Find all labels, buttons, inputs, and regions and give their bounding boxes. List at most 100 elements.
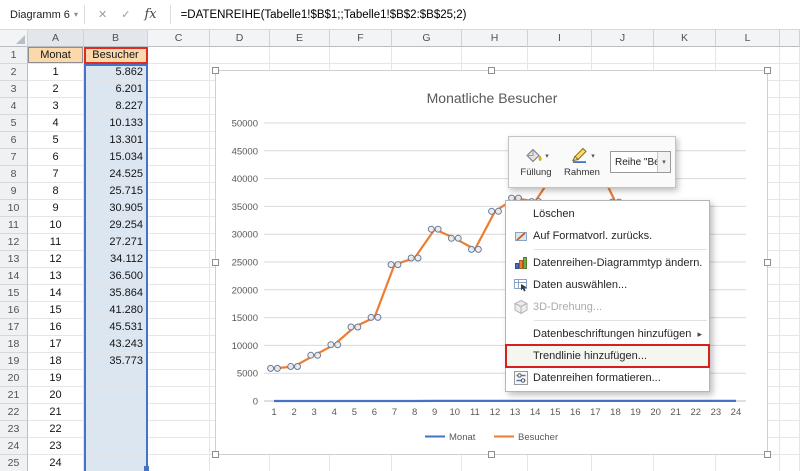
formula-input[interactable]: =DATENREIHE(Tabelle1!$B$1;;Tabelle1!$B$2… <box>171 0 800 29</box>
data-point-selection-handle[interactable] <box>474 245 482 253</box>
cell-A23[interactable]: 22 <box>28 421 84 438</box>
data-point-selection-handle[interactable] <box>488 207 496 215</box>
menu-item-add-data-labels[interactable]: Datenbeschriftungen hinzufügen ▸ <box>506 323 709 345</box>
cell[interactable] <box>780 387 800 404</box>
cell-A4[interactable]: 3 <box>28 98 84 115</box>
cell-B19[interactable]: 35.773 <box>84 353 148 370</box>
cell[interactable] <box>148 149 210 166</box>
cell[interactable] <box>780 421 800 438</box>
cell[interactable] <box>780 234 800 251</box>
column-header-A[interactable]: A <box>28 30 84 47</box>
menu-item-change-series-chart-type[interactable]: Datenreihen-Diagrammtyp ändern... <box>506 252 709 274</box>
row-header-8[interactable]: 8 <box>0 166 28 183</box>
data-point-selection-handle[interactable] <box>267 364 275 372</box>
cell[interactable] <box>780 319 800 336</box>
cell-B2[interactable]: 5.862 <box>84 64 148 81</box>
cell[interactable] <box>780 370 800 387</box>
cell[interactable] <box>148 200 210 217</box>
cell[interactable] <box>148 319 210 336</box>
row-header-16[interactable]: 16 <box>0 302 28 319</box>
cell[interactable] <box>780 217 800 234</box>
data-point-selection-handle[interactable] <box>327 341 335 349</box>
data-point-selection-handle[interactable] <box>407 254 415 262</box>
cell[interactable] <box>148 166 210 183</box>
cell-A10[interactable]: 9 <box>28 200 84 217</box>
cell[interactable] <box>780 404 800 421</box>
cell-A20[interactable]: 19 <box>28 370 84 387</box>
cell-B17[interactable]: 45.531 <box>84 319 148 336</box>
enter-icon[interactable]: ✓ <box>121 8 130 21</box>
cell-A15[interactable]: 14 <box>28 285 84 302</box>
data-point-selection-handle[interactable] <box>387 261 395 269</box>
cell[interactable] <box>654 47 716 64</box>
cell[interactable] <box>148 47 210 64</box>
row-header-22[interactable]: 22 <box>0 404 28 421</box>
cell[interactable] <box>148 421 210 438</box>
chart-title[interactable]: Monatliche Besucher <box>427 90 558 106</box>
menu-item-delete[interactable]: Löschen <box>506 203 709 225</box>
cell-A7[interactable]: 6 <box>28 149 84 166</box>
cell[interactable] <box>148 98 210 115</box>
cell[interactable] <box>148 336 210 353</box>
cell-B15[interactable]: 35.864 <box>84 285 148 302</box>
row-header-19[interactable]: 19 <box>0 353 28 370</box>
column-header-C[interactable]: C <box>148 30 210 47</box>
cell[interactable] <box>148 251 210 268</box>
chart-resize-handle[interactable] <box>212 67 219 74</box>
cell-A12[interactable]: 11 <box>28 234 84 251</box>
cell[interactable] <box>270 455 330 471</box>
cell-A14[interactable]: 13 <box>28 268 84 285</box>
column-header-D[interactable]: D <box>210 30 270 47</box>
row-header-9[interactable]: 9 <box>0 183 28 200</box>
chart-resize-handle[interactable] <box>764 451 771 458</box>
row-header-6[interactable]: 6 <box>0 132 28 149</box>
cell[interactable] <box>780 455 800 471</box>
cell[interactable] <box>148 115 210 132</box>
cell[interactable] <box>780 115 800 132</box>
row-header-10[interactable]: 10 <box>0 200 28 217</box>
cell[interactable] <box>148 370 210 387</box>
data-point-selection-handle[interactable] <box>468 245 475 253</box>
data-point-selection-handle[interactable] <box>394 261 402 269</box>
cell[interactable] <box>780 438 800 455</box>
column-header-L[interactable]: L <box>716 30 780 47</box>
data-point-selection-handle[interactable] <box>287 363 295 370</box>
chart-element-dropdown[interactable]: Reihe "Besuch... ▾ <box>610 151 671 173</box>
data-point-selection-handle[interactable] <box>374 313 382 321</box>
row-header-1[interactable]: 1 <box>0 47 28 64</box>
cell-B9[interactable]: 25.715 <box>84 183 148 200</box>
data-point-selection-handle[interactable] <box>294 363 301 370</box>
cell[interactable] <box>780 132 800 149</box>
cell-A21[interactable]: 20 <box>28 387 84 404</box>
cell-A8[interactable]: 7 <box>28 166 84 183</box>
cell-A2[interactable]: 1 <box>28 64 84 81</box>
menu-item-select-data[interactable]: Daten auswählen... <box>506 274 709 296</box>
column-header-I[interactable]: I <box>528 30 592 47</box>
cell-B14[interactable]: 36.500 <box>84 268 148 285</box>
chevron-down-icon[interactable]: ▾ <box>657 152 670 172</box>
row-header-15[interactable]: 15 <box>0 285 28 302</box>
data-point-selection-handle[interactable] <box>454 234 462 242</box>
row-header-2[interactable]: 2 <box>0 64 28 81</box>
cell-B13[interactable]: 34.112 <box>84 251 148 268</box>
cell-B24[interactable] <box>84 438 148 455</box>
cell[interactable] <box>210 455 270 471</box>
cell-A5[interactable]: 4 <box>28 115 84 132</box>
data-point-selection-handle[interactable] <box>367 313 375 321</box>
cell[interactable] <box>780 166 800 183</box>
cell[interactable] <box>148 387 210 404</box>
cell[interactable] <box>330 455 392 471</box>
cell[interactable] <box>148 234 210 251</box>
cell[interactable] <box>780 47 800 64</box>
cell[interactable] <box>148 455 210 471</box>
row-header-11[interactable]: 11 <box>0 217 28 234</box>
cell[interactable] <box>528 47 592 64</box>
cell-B4[interactable]: 8.227 <box>84 98 148 115</box>
cell-B10[interactable]: 30.905 <box>84 200 148 217</box>
legend-label[interactable]: Monat <box>449 432 476 443</box>
data-point-selection-handle[interactable] <box>447 234 455 242</box>
data-point-selection-handle[interactable] <box>494 207 502 215</box>
cell-A17[interactable]: 16 <box>28 319 84 336</box>
cell[interactable] <box>392 455 462 471</box>
cell[interactable] <box>148 217 210 234</box>
